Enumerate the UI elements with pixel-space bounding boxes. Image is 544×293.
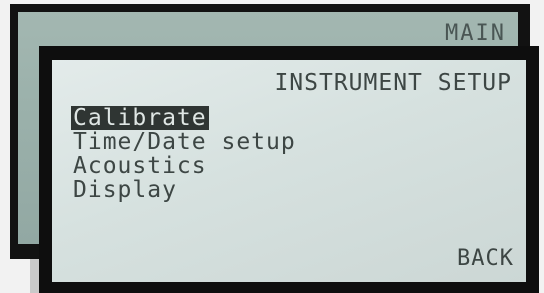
photo-scene: MAIN INSTRUMENT SETUP Calibrate Time/Dat… — [0, 0, 544, 293]
back-screen-title: MAIN — [445, 21, 506, 46]
menu-item-time-date-setup[interactable]: Time/Date setup — [71, 129, 298, 155]
screen-title: INSTRUMENT SETUP — [274, 70, 512, 96]
menu-item-calibrate[interactable]: Calibrate — [71, 106, 209, 130]
menu-item-display[interactable]: Display — [71, 177, 179, 203]
front-screen-display: INSTRUMENT SETUP Calibrate Time/Date set… — [52, 60, 526, 282]
instrument-setup-menu: Calibrate Time/Date setup Acoustics Disp… — [71, 106, 298, 202]
back-softkey-label[interactable]: BACK — [457, 248, 514, 270]
menu-item-acoustics[interactable]: Acoustics — [71, 153, 209, 179]
